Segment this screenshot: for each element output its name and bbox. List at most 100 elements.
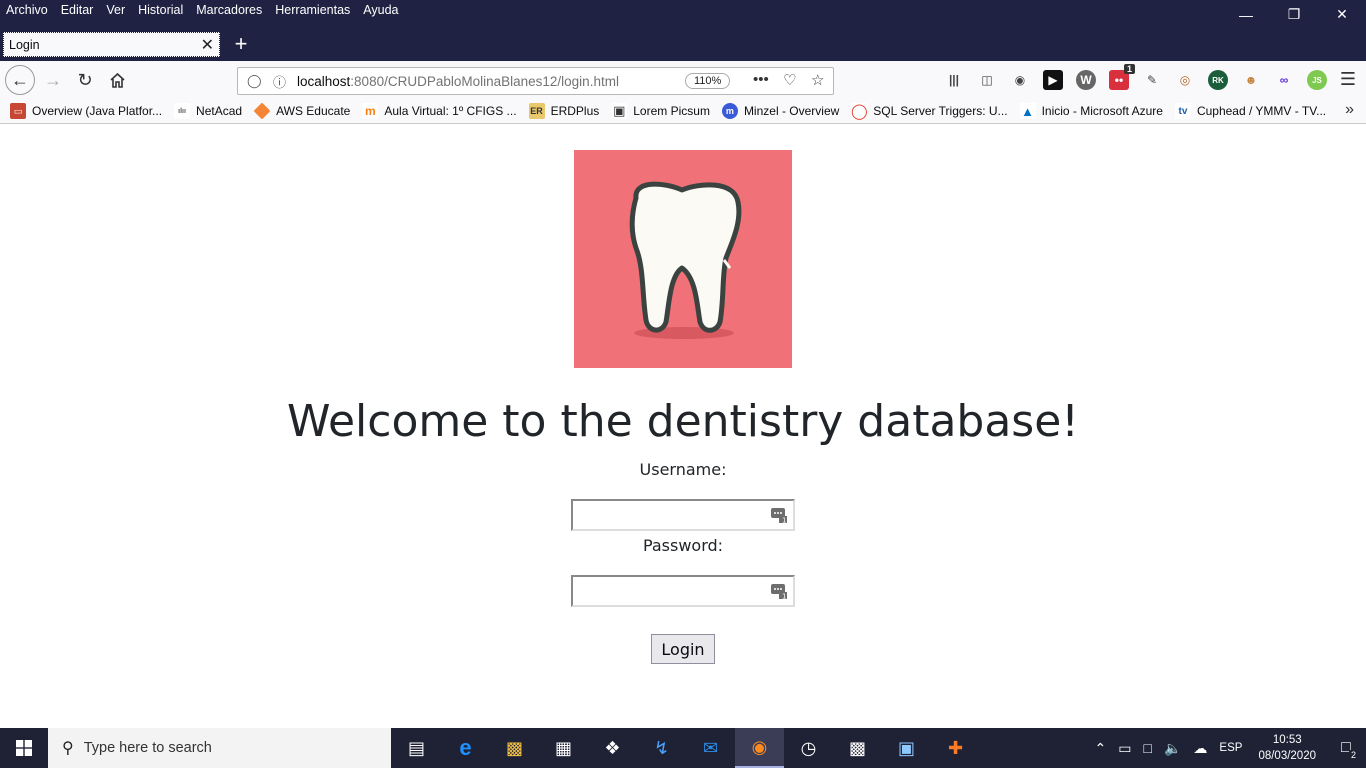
double-chevron-right-icon: » xyxy=(1345,101,1354,118)
wappalyzer-icon[interactable]: W xyxy=(1076,70,1096,90)
file-explorer-app[interactable]: ▩ xyxy=(490,728,539,768)
taskbar-search[interactable]: ⚲ Type here to search xyxy=(48,728,391,768)
firefox-icon: ◉ xyxy=(751,736,768,757)
account-icon[interactable]: ◉ xyxy=(1010,70,1030,90)
edge-app[interactable]: e xyxy=(441,728,490,768)
bookmark-item[interactable]: ◯ SQL Server Triggers: U... xyxy=(850,103,1008,120)
shield-icon[interactable]: ◯ xyxy=(247,73,262,89)
restore-button[interactable]: ❐ xyxy=(1270,0,1318,29)
bookmark-item[interactable]: ılıı NetAcad xyxy=(174,103,242,119)
new-tab-button[interactable]: + xyxy=(230,31,252,57)
vscode-app[interactable]: ↯ xyxy=(637,728,686,768)
page-actions-icon[interactable]: ••• xyxy=(753,71,769,88)
erdplus-icon: ER xyxy=(528,103,545,119)
js-extension-icon[interactable]: JS xyxy=(1307,70,1327,90)
bookmark-item[interactable]: ▲ Inicio - Microsoft Azure xyxy=(1019,103,1163,119)
mail-app[interactable]: ✉ xyxy=(686,728,735,768)
bookmark-label: ERDPlus xyxy=(550,104,600,118)
task-view-button[interactable]: ▤ xyxy=(392,728,441,768)
bookmark-item[interactable]: AWS Educate xyxy=(253,102,350,120)
tab-strip: Login ✕ + xyxy=(0,29,1366,61)
more-bookmarks-button[interactable]: » xyxy=(1345,101,1354,119)
menu-herramientas[interactable]: Herramientas xyxy=(275,3,350,17)
bookmark-label: SQL Server Triggers: U... xyxy=(873,104,1008,118)
page-title: Welcome to the dentistry database! xyxy=(287,396,1079,447)
moodle-icon: m xyxy=(362,103,379,119)
lightning-icon: ↯ xyxy=(653,737,670,758)
task-view-icon: ▤ xyxy=(407,737,425,758)
app-menu-button[interactable]: ☰ xyxy=(1340,69,1356,90)
menu-archivo[interactable]: Archivo xyxy=(6,3,48,17)
password-manager-icon[interactable]: 1 xyxy=(771,507,787,523)
bookmark-item[interactable]: ER ERDPlus xyxy=(528,103,600,119)
info-icon[interactable]: ⓘ xyxy=(273,72,287,91)
home-button[interactable] xyxy=(102,65,132,95)
bookmark-item[interactable]: ▣ Lorem Picsum xyxy=(611,103,710,119)
edge-icon: e xyxy=(459,735,472,760)
menu-editar[interactable]: Editar xyxy=(61,3,94,17)
monkey-icon[interactable]: ☻ xyxy=(1241,70,1261,90)
bookmark-item[interactable]: m Aula Virtual: 1º CFIGS ... xyxy=(362,103,517,119)
notifications-button[interactable]: □ 2 xyxy=(1326,728,1366,768)
xampp-app[interactable]: ✚ xyxy=(931,728,980,768)
youtube-play-icon[interactable]: ▶ xyxy=(1043,70,1063,90)
url-path: :8080/CRUDPabloMolinaBlanes12/login.html xyxy=(350,73,619,89)
battery-icon[interactable]: ▭ xyxy=(1118,740,1131,757)
svg-text:1: 1 xyxy=(782,517,786,524)
network-app[interactable]: ▩ xyxy=(833,728,882,768)
menu-bar: Archivo Editar Ver Historial Marcadores … xyxy=(6,3,399,17)
password-input[interactable]: 1 xyxy=(571,575,795,607)
clock-date: 08/03/2020 xyxy=(1258,750,1316,762)
zoom-level-badge[interactable]: 110% xyxy=(685,73,731,89)
menu-ayuda[interactable]: Ayuda xyxy=(363,3,398,17)
dropbox-app[interactable]: ❖ xyxy=(588,728,637,768)
minimize-button[interactable]: — xyxy=(1222,0,1270,29)
link-icon[interactable]: ∞ xyxy=(1274,70,1294,90)
clock[interactable]: 10:53 08/03/2020 xyxy=(1258,732,1316,764)
forward-arrow-icon: → xyxy=(44,69,62,90)
bookmark-star-icon[interactable]: ☆ xyxy=(811,71,824,89)
extension-red-icon[interactable]: •• 1 xyxy=(1109,64,1135,90)
notification-count: 2 xyxy=(1348,750,1358,760)
menu-historial[interactable]: Historial xyxy=(138,3,183,17)
start-button[interactable] xyxy=(0,728,48,768)
folder-icon: ▩ xyxy=(505,737,523,758)
network-icon[interactable]: □ xyxy=(1144,740,1152,756)
extension-green-icon[interactable]: RK xyxy=(1208,70,1228,90)
login-button[interactable]: Login xyxy=(651,634,715,664)
chevron-up-icon[interactable]: ⌃ xyxy=(1095,740,1107,757)
url-bar[interactable]: ◯ ⓘ localhost:8080/CRUDPabloMolinaBlanes… xyxy=(237,67,834,95)
eye-icon[interactable]: ◎ xyxy=(1175,70,1195,90)
tab-close-icon[interactable]: ✕ xyxy=(201,35,214,55)
password-manager-icon[interactable]: 1 xyxy=(771,583,787,599)
store-app[interactable]: ▦ xyxy=(539,728,588,768)
password-label: Password: xyxy=(642,536,724,555)
firefox-app[interactable]: ◉ xyxy=(735,728,784,768)
tvtropes-icon: tv xyxy=(1174,103,1191,119)
menu-marcadores[interactable]: Marcadores xyxy=(196,3,262,17)
eyedropper-icon[interactable]: ✎ xyxy=(1142,70,1162,90)
bookmark-item[interactable]: tv Cuphead / YMMV - TV... xyxy=(1174,103,1326,119)
cisco-icon: ılıı xyxy=(174,103,191,119)
close-window-button[interactable]: ✕ xyxy=(1318,0,1366,29)
pocket-icon[interactable]: ♡ xyxy=(783,71,796,89)
clock-app[interactable]: ◷ xyxy=(784,728,833,768)
sidebar-icon[interactable]: ◫ xyxy=(977,70,997,90)
reload-button[interactable]: ↻ xyxy=(70,65,100,95)
virtualbox-app[interactable]: ▣ xyxy=(882,728,931,768)
computer-icon: ▩ xyxy=(848,737,866,758)
language-indicator[interactable]: ESP xyxy=(1219,742,1242,754)
forward-button[interactable]: → xyxy=(38,65,68,95)
sql-icon: ◯ xyxy=(850,103,868,120)
menu-ver[interactable]: Ver xyxy=(106,3,125,17)
tab-login[interactable]: Login ✕ xyxy=(3,32,220,57)
url-host: localhost xyxy=(297,73,351,89)
store-icon: ▦ xyxy=(554,737,572,758)
library-icon[interactable]: ||| xyxy=(944,70,964,90)
volume-icon[interactable]: 🔈 xyxy=(1164,740,1181,757)
cloud-upload-icon[interactable]: ☁ xyxy=(1193,740,1207,757)
back-button[interactable]: ← xyxy=(5,65,35,95)
username-input[interactable]: 1 xyxy=(571,499,795,531)
bookmark-item[interactable]: ▭ Overview (Java Platfor... xyxy=(10,103,162,119)
bookmark-item[interactable]: m Minzel - Overview xyxy=(721,103,839,119)
